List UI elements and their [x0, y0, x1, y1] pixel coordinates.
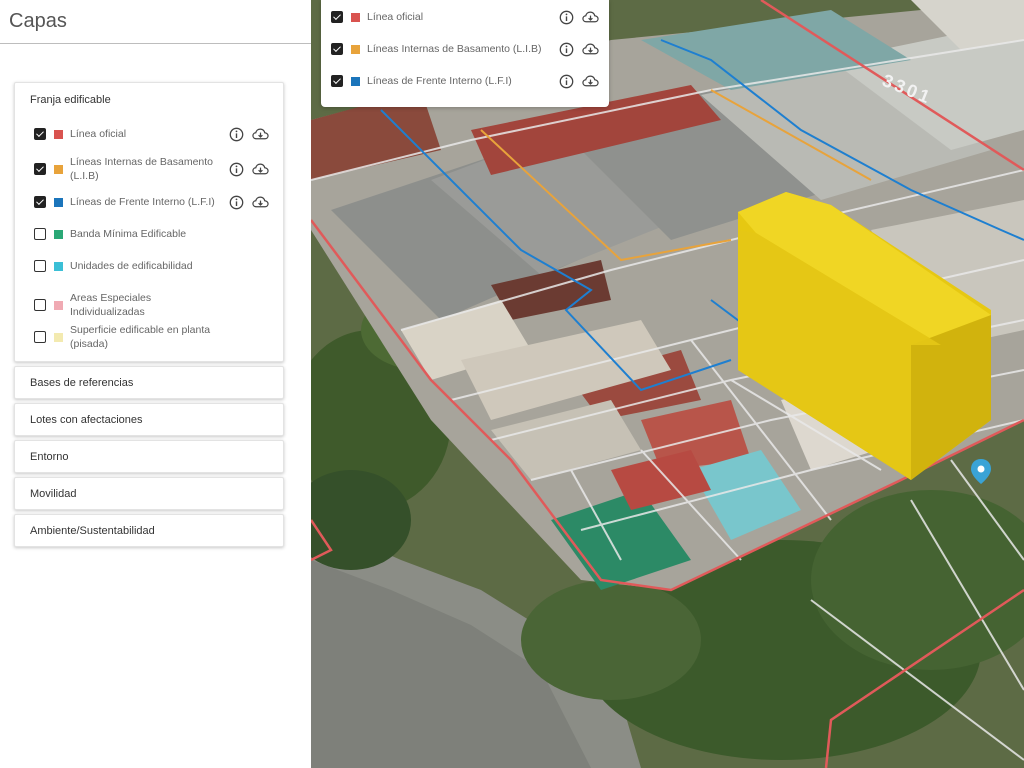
layer-row: Areas Especiales Individualizadas — [15, 291, 283, 319]
section-header-franja-edificable[interactable]: Franja edificable — [15, 83, 283, 117]
section-title: Entorno — [30, 450, 69, 463]
layer-checkbox[interactable] — [34, 196, 46, 208]
cloud-download-icon[interactable] — [582, 9, 599, 26]
section-entorno[interactable]: Entorno — [14, 440, 284, 473]
layer-row: Banda Mínima Edificable — [15, 227, 283, 241]
layer-color-swatch — [54, 261, 63, 271]
layer-label: Areas Especiales Individualizadas — [70, 292, 152, 318]
section-movilidad[interactable]: Movilidad — [14, 477, 284, 510]
map-legend: Línea oficial Líneas Internas de Basament… — [321, 0, 609, 107]
cloud-download-icon[interactable] — [252, 194, 269, 211]
layer-actions — [228, 161, 269, 178]
section-header[interactable]: Bases de referencias — [15, 367, 283, 398]
map-3d-view[interactable]: 3301 — [311, 0, 1024, 768]
layer-checkbox[interactable] — [34, 163, 46, 175]
layer-label: Línea oficial — [367, 11, 424, 23]
layer-row: Líneas Internas de Basamento (L.I.B) — [321, 42, 609, 56]
info-icon[interactable] — [558, 73, 575, 90]
section-franja-edificable: Franja edificable Línea oficial Líneas In… — [14, 82, 284, 362]
section-title: Movilidad — [30, 487, 77, 500]
layer-actions — [228, 194, 269, 211]
layer-checkbox[interactable] — [34, 228, 46, 240]
section-header[interactable]: Lotes con afectaciones — [15, 404, 283, 435]
cloud-download-icon[interactable] — [252, 161, 269, 178]
layer-color-swatch — [351, 44, 360, 54]
section-title: Lotes con afectaciones — [30, 413, 143, 426]
layer-row: Línea oficial — [15, 127, 283, 141]
layer-checkbox[interactable] — [331, 43, 343, 55]
layer-color-swatch — [54, 129, 63, 139]
layer-label: Líneas Internas de Basamento (L.I.B) — [367, 43, 542, 55]
info-icon[interactable] — [558, 9, 575, 26]
layer-color-swatch — [54, 164, 63, 174]
section-title: Franja edificable — [30, 94, 111, 106]
layer-color-swatch — [54, 229, 63, 239]
layer-label: Línea oficial — [70, 128, 127, 140]
layer-color-swatch — [351, 76, 360, 86]
layer-color-swatch — [54, 300, 63, 310]
layer-color-swatch — [54, 332, 63, 342]
layer-checkbox[interactable] — [331, 11, 343, 23]
layer-label: Unidades de edificabilidad — [70, 260, 193, 272]
layer-checkbox[interactable] — [34, 128, 46, 140]
cloud-download-icon[interactable] — [582, 73, 599, 90]
layer-row: Línea oficial — [321, 10, 609, 24]
layer-checkbox[interactable] — [34, 260, 46, 272]
aerial-imagery: 3301 — [311, 0, 1024, 768]
layer-row: Superficie edificable en planta (pisada) — [15, 323, 283, 351]
layer-checkbox[interactable] — [34, 299, 46, 311]
layer-checkbox[interactable] — [331, 75, 343, 87]
layer-label: Líneas Internas de Basamento (L.I.B) — [70, 156, 214, 182]
cloud-download-icon[interactable] — [582, 41, 599, 58]
layer-actions — [558, 73, 599, 90]
layer-checkbox[interactable] — [34, 331, 46, 343]
section-header[interactable]: Ambiente/Sustentabilidad — [15, 515, 283, 546]
info-icon[interactable] — [228, 161, 245, 178]
section-header[interactable]: Movilidad — [15, 478, 283, 509]
layers-panel: Capas Franja edificable Línea oficial Lín… — [0, 0, 311, 768]
layer-row: Líneas de Frente Interno (L.F.I) — [15, 195, 283, 209]
layer-color-swatch — [351, 12, 360, 22]
cloud-download-icon[interactable] — [252, 126, 269, 143]
info-icon[interactable] — [558, 41, 575, 58]
section-title: Bases de referencias — [30, 376, 134, 389]
section-lotes-con-afectaciones[interactable]: Lotes con afectaciones — [14, 403, 284, 436]
layer-row: Unidades de edificabilidad — [15, 259, 283, 273]
layer-label: Líneas de Frente Interno (L.F.I) — [70, 196, 215, 208]
section-bases-de-referencias[interactable]: Bases de referencias — [14, 366, 284, 399]
layer-actions — [558, 41, 599, 58]
section-ambiente-sustentabilidad[interactable]: Ambiente/Sustentabilidad — [14, 514, 284, 547]
layer-label: Superficie edificable en planta (pisada) — [70, 324, 211, 350]
panel-header: Capas — [0, 0, 311, 44]
panel-title: Capas — [9, 10, 67, 32]
layer-actions — [228, 126, 269, 143]
info-icon[interactable] — [228, 126, 245, 143]
info-icon[interactable] — [228, 194, 245, 211]
layer-label: Líneas de Frente Interno (L.F.I) — [367, 75, 512, 87]
section-title: Ambiente/Sustentabilidad — [30, 524, 155, 537]
layer-row: Líneas de Frente Interno (L.F.I) — [321, 74, 609, 88]
layer-actions — [558, 9, 599, 26]
layer-row: Líneas Internas de Basamento (L.I.B) — [15, 155, 283, 183]
section-header[interactable]: Entorno — [15, 441, 283, 472]
layer-label: Banda Mínima Edificable — [70, 228, 187, 240]
layer-color-swatch — [54, 197, 63, 207]
